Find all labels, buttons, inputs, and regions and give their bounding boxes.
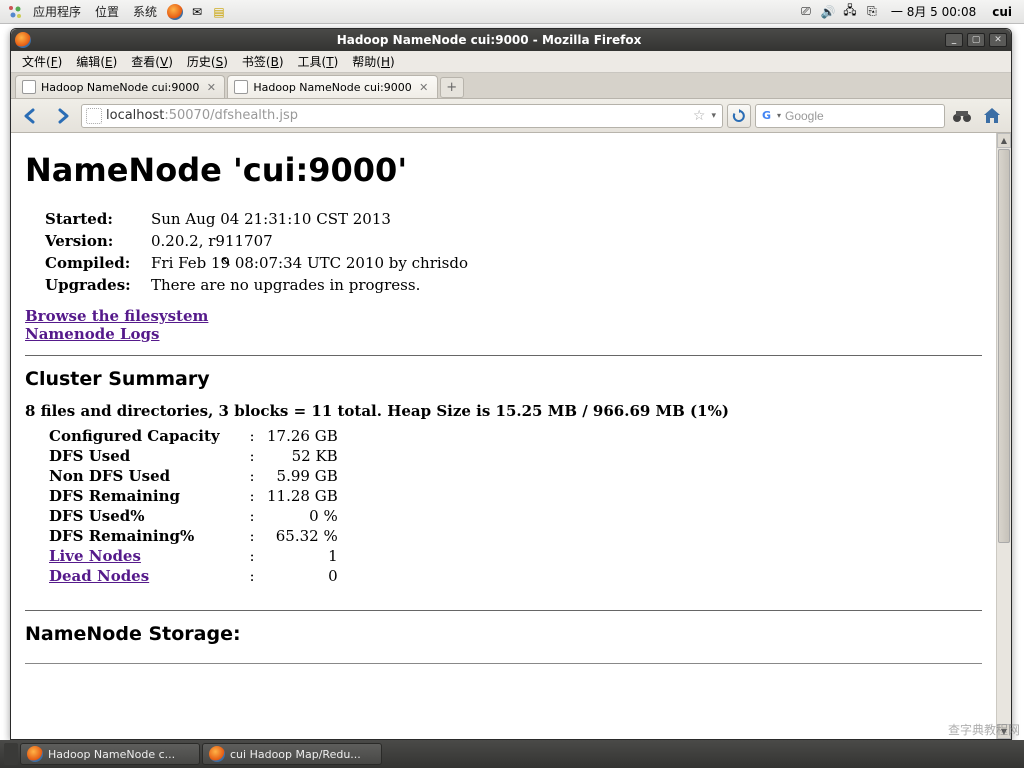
- gnome-icon[interactable]: [7, 4, 23, 20]
- task-label: Hadoop NameNode c...: [48, 748, 175, 761]
- scroll-up-icon[interactable]: ▲: [997, 133, 1011, 148]
- scroll-down-icon[interactable]: ▼: [997, 724, 1011, 739]
- bookmarks-menu[interactable]: 书签(B): [235, 53, 291, 70]
- mail-launcher-icon[interactable]: ✉: [189, 4, 205, 20]
- namenode-storage-heading: NameNode Storage:: [25, 623, 982, 645]
- google-icon[interactable]: G: [760, 108, 773, 124]
- tab-close-icon[interactable]: ✕: [204, 80, 218, 94]
- new-tab-button[interactable]: +: [440, 77, 464, 98]
- search-dropdown-icon[interactable]: ▾: [777, 111, 781, 120]
- task-label: cui Hadoop Map/Redu...: [230, 748, 361, 761]
- back-button[interactable]: [17, 102, 45, 130]
- system-menu[interactable]: 系统: [126, 3, 164, 20]
- history-menu[interactable]: 历史(S): [180, 53, 235, 70]
- minimize-button[interactable]: _: [945, 33, 963, 47]
- binoculars-icon[interactable]: [949, 104, 975, 128]
- show-desktop-button[interactable]: [4, 743, 18, 765]
- summary-line: 8 files and directories, 3 blocks = 11 t…: [25, 402, 982, 420]
- tools-menu[interactable]: 工具(T): [291, 53, 346, 70]
- help-menu[interactable]: 帮助(H): [345, 53, 401, 70]
- url-dropdown-icon[interactable]: ▾: [709, 111, 718, 121]
- firefox-window: Hadoop NameNode cui:9000 - Mozilla Firef…: [10, 28, 1012, 740]
- firefox-icon: [15, 32, 31, 48]
- firefox-icon: [209, 746, 225, 762]
- bottom-panel: Hadoop NameNode c... cui Hadoop Map/Redu…: [0, 740, 1024, 768]
- page-icon: [22, 80, 36, 94]
- tray-icon-1[interactable]: ⎚: [798, 4, 814, 20]
- browse-filesystem-link[interactable]: Browse the filesystem: [25, 307, 208, 325]
- url-text: localhost:50070/dfshealth.jsp: [106, 108, 689, 123]
- view-menu[interactable]: 查看(V): [124, 53, 180, 70]
- cluster-summary-table: Configured Capacity:17.26 GB DFS Used:52…: [43, 426, 344, 586]
- clock[interactable]: 一 8月 5 00:08: [883, 3, 984, 20]
- volume-icon[interactable]: 🔊: [820, 4, 836, 20]
- window-titlebar[interactable]: Hadoop NameNode cui:9000 - Mozilla Firef…: [11, 29, 1011, 51]
- taskbar-item-1[interactable]: Hadoop NameNode c...: [20, 743, 200, 765]
- tab-2[interactable]: Hadoop NameNode cui:9000 ✕: [227, 75, 437, 98]
- vertical-scrollbar[interactable]: ▲ ▼: [996, 133, 1011, 739]
- namenode-logs-link[interactable]: Namenode Logs: [25, 325, 160, 343]
- taskbar-item-2[interactable]: cui Hadoop Map/Redu...: [202, 743, 382, 765]
- home-button[interactable]: [979, 104, 1005, 128]
- info-table: Started:Sun Aug 04 21:31:10 CST 2013 Ver…: [25, 207, 480, 297]
- nav-toolbar: localhost:50070/dfshealth.jsp ☆ ▾ G ▾: [11, 99, 1011, 133]
- places-menu[interactable]: 位置: [88, 3, 126, 20]
- tab-strip: Hadoop NameNode cui:9000 ✕ Hadoop NameNo…: [11, 73, 1011, 99]
- tab-1[interactable]: Hadoop NameNode cui:9000 ✕: [15, 75, 225, 98]
- page-content: NameNode 'cui:9000' Started:Sun Aug 04 2…: [11, 133, 996, 739]
- system-menubar: 应用程序 位置 系统 ✉ ▤ ⎚ 🔊 🖧 ⎘ 一 8月 5 00:08 cui: [0, 0, 1024, 24]
- maximize-button[interactable]: ▢: [967, 33, 985, 47]
- firefox-icon: [27, 746, 43, 762]
- file-menu[interactable]: 文件(F): [15, 53, 69, 70]
- url-bar[interactable]: localhost:50070/dfshealth.jsp ☆ ▾: [81, 104, 723, 128]
- close-button[interactable]: ✕: [989, 33, 1007, 47]
- tab-close-icon[interactable]: ✕: [417, 80, 431, 94]
- page-icon: [234, 80, 248, 94]
- dead-nodes-link[interactable]: Dead Nodes: [49, 567, 149, 585]
- edit-menu[interactable]: 编辑(E): [69, 53, 124, 70]
- cluster-summary-heading: Cluster Summary: [25, 368, 982, 390]
- live-nodes-link[interactable]: Live Nodes: [49, 547, 141, 565]
- tab-label: Hadoop NameNode cui:9000: [253, 81, 411, 94]
- window-title: Hadoop NameNode cui:9000 - Mozilla Firef…: [35, 33, 943, 47]
- reload-button[interactable]: [727, 104, 751, 128]
- tray-icon-2[interactable]: ⎘: [864, 4, 880, 20]
- browser-menubar: 文件(F) 编辑(E) 查看(V) 历史(S) 书签(B) 工具(T) 帮助(H…: [11, 51, 1011, 73]
- network-icon[interactable]: 🖧: [842, 4, 858, 20]
- bookmark-star-icon[interactable]: ☆: [693, 108, 706, 124]
- user-menu[interactable]: cui: [984, 5, 1020, 19]
- apps-menu[interactable]: 应用程序: [26, 3, 88, 20]
- forward-button[interactable]: [49, 102, 77, 130]
- search-input[interactable]: [785, 109, 940, 123]
- notes-launcher-icon[interactable]: ▤: [211, 4, 227, 20]
- scroll-thumb[interactable]: [998, 149, 1010, 543]
- firefox-launcher-icon[interactable]: [167, 4, 183, 20]
- tab-label: Hadoop NameNode cui:9000: [41, 81, 199, 94]
- site-identity-icon[interactable]: [86, 108, 102, 124]
- search-box[interactable]: G ▾: [755, 104, 945, 128]
- page-title: NameNode 'cui:9000': [25, 151, 982, 189]
